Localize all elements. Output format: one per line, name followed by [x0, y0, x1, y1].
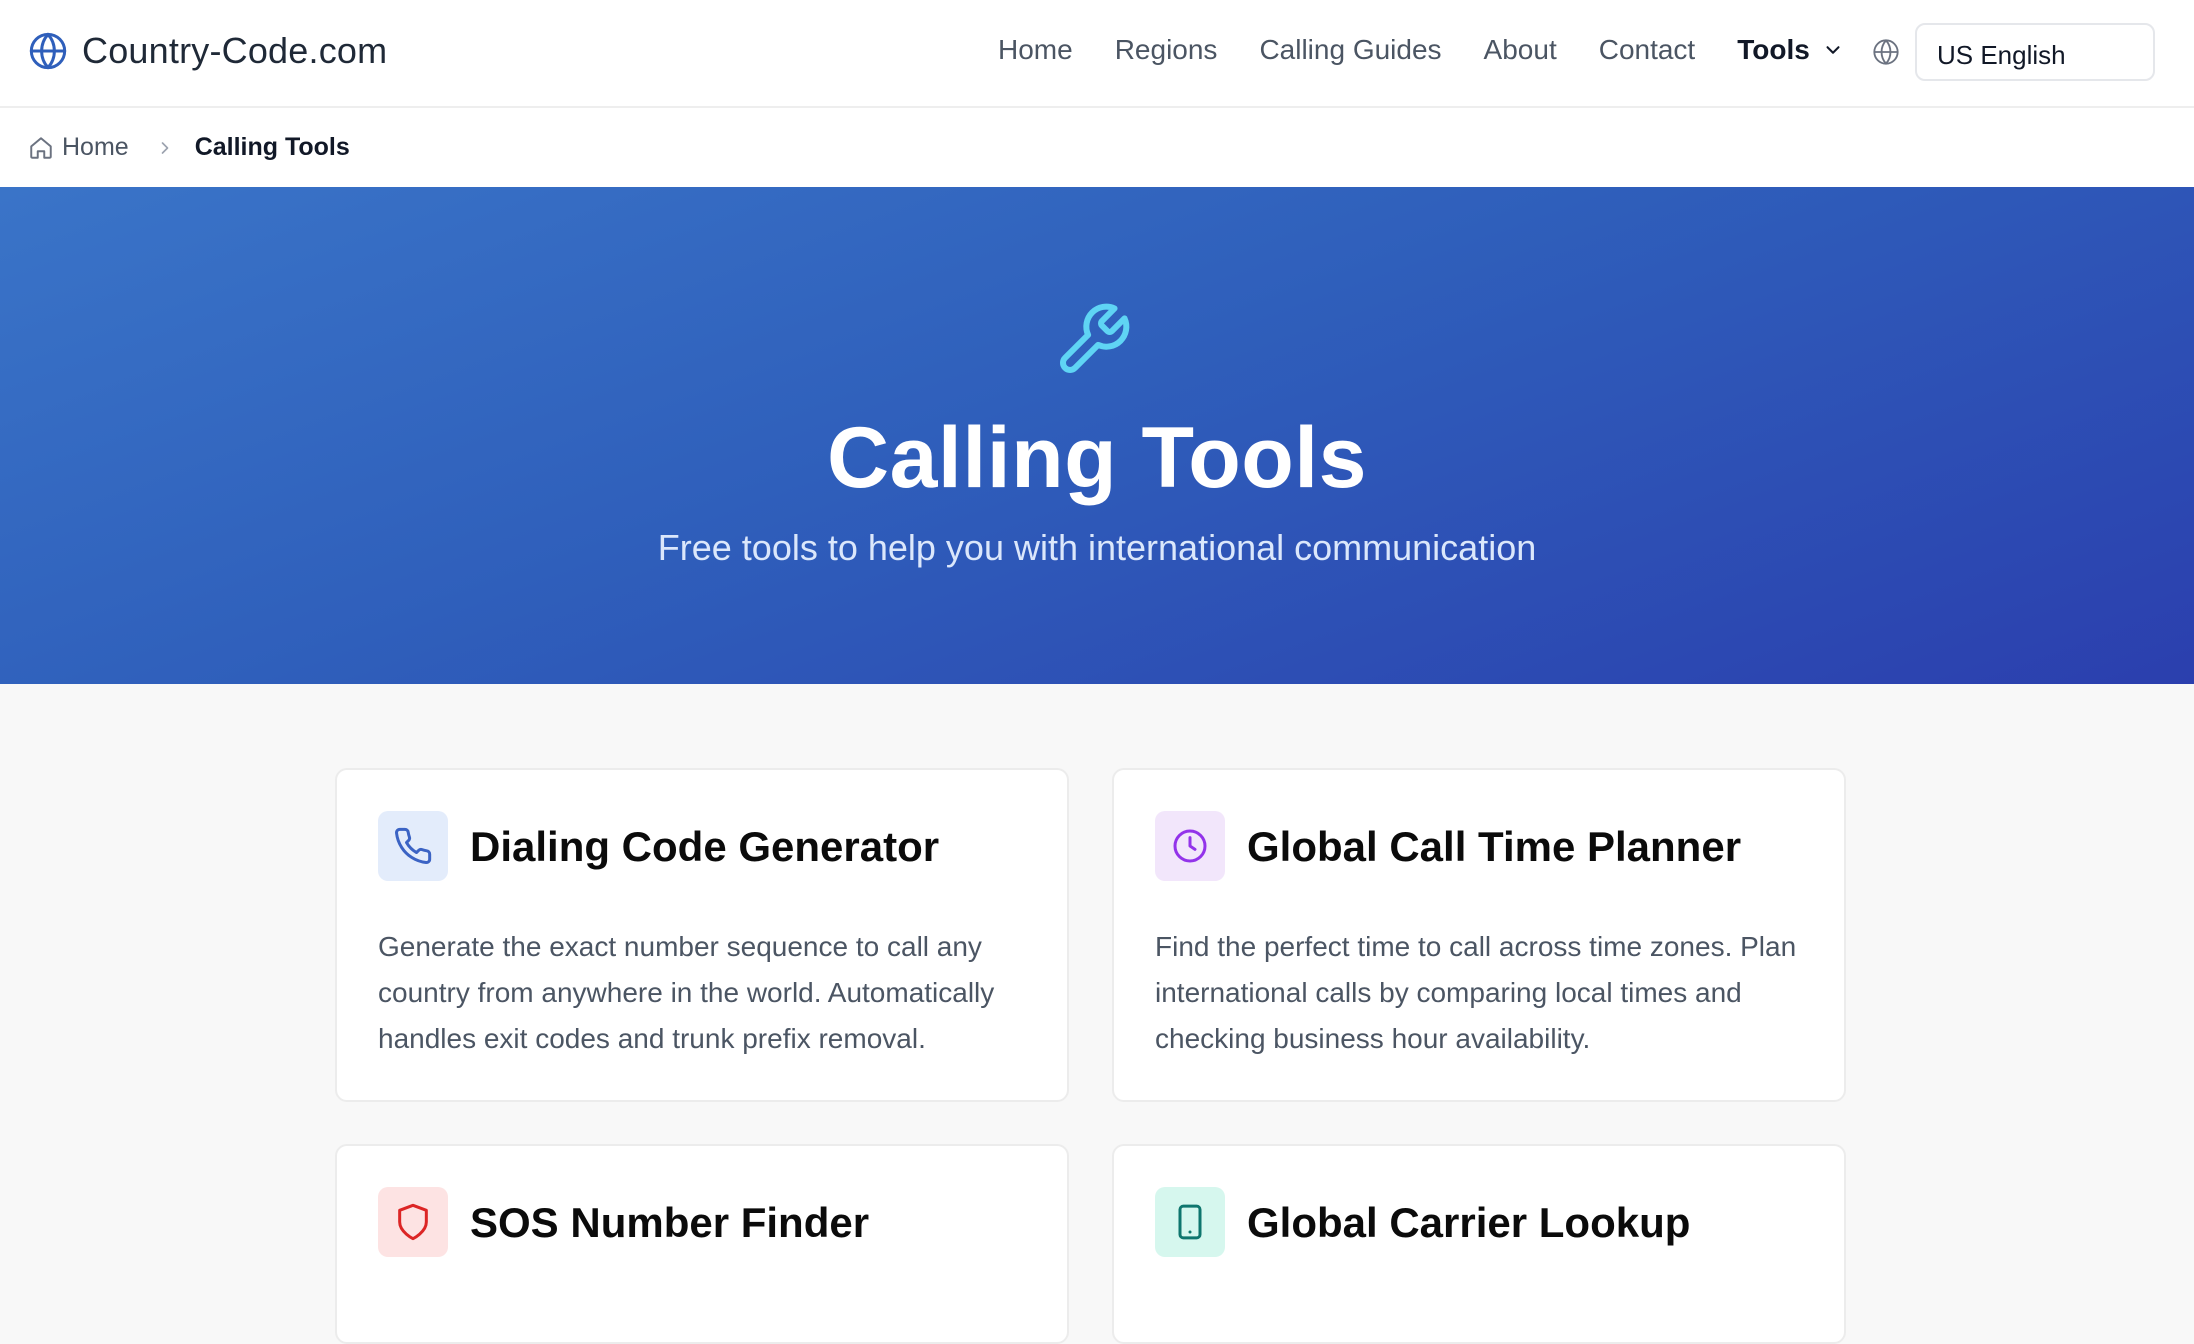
logo-text: Country-Code.com [82, 30, 388, 71]
tool-card-dialing-code-generator[interactable]: Dialing Code Generator Generate the exac… [335, 768, 1069, 1102]
nav-calling-guides[interactable]: Calling Guides [1259, 34, 1441, 66]
nav-about[interactable]: About [1484, 34, 1557, 66]
card-title: Global Carrier Lookup [1247, 1199, 1691, 1246]
tool-card-global-call-time-planner[interactable]: Global Call Time Planner Find the perfec… [1112, 768, 1846, 1102]
site-logo[interactable]: Country-Code.com [28, 30, 387, 72]
globe-icon [29, 32, 67, 70]
card-description: Find the perfect time to call across tim… [1155, 931, 1797, 1054]
nav-regions[interactable]: Regions [1115, 34, 1218, 66]
tool-card-global-carrier-lookup[interactable]: Global Carrier Lookup [1112, 1144, 1846, 1344]
wrench-icon [1060, 303, 1130, 373]
shield-icon [398, 1203, 428, 1241]
card-title: SOS Number Finder [470, 1199, 870, 1246]
chevron-down-icon [1826, 46, 1840, 54]
hero-banner: Calling Tools Free tools to help you wit… [0, 187, 2194, 684]
nav-home[interactable]: Home [998, 34, 1073, 66]
site-header: Country-Code.com Home Regions Calling Gu… [0, 0, 2194, 108]
card-title: Global Call Time Planner [1247, 823, 1742, 870]
language-select[interactable]: US English [1915, 23, 2155, 81]
card-icon-box [378, 811, 448, 881]
page-title: Calling Tools [826, 410, 1367, 506]
page-subtitle: Free tools to help you with internationa… [657, 527, 1537, 568]
nav-contact[interactable]: Contact [1599, 34, 1696, 66]
card-icon-box [1155, 1187, 1225, 1257]
breadcrumb-home-link[interactable]: Home [62, 133, 129, 162]
breadcrumb-current: Calling Tools [194, 133, 350, 161]
language-globe-icon [1873, 39, 1899, 65]
card-icon-box [378, 1187, 448, 1257]
chevron-right-icon [161, 141, 169, 154]
phone-icon [395, 827, 432, 865]
nav-tools-label: Tools [1737, 34, 1810, 65]
nav-tools-dropdown[interactable]: Tools [1737, 34, 1844, 66]
card-description: Generate the exact number sequence to ca… [378, 931, 995, 1054]
home-icon [30, 136, 52, 159]
card-icon-box [1155, 811, 1225, 881]
tool-card-sos-number-finder[interactable]: SOS Number Finder [335, 1144, 1069, 1344]
breadcrumb: Home Calling Tools [0, 108, 2194, 187]
tablet-icon [1178, 1204, 1202, 1240]
card-title: Dialing Code Generator [470, 823, 940, 870]
clock-icon [1173, 829, 1207, 863]
main-nav: Home Regions Calling Guides About Contac… [998, 34, 1886, 66]
